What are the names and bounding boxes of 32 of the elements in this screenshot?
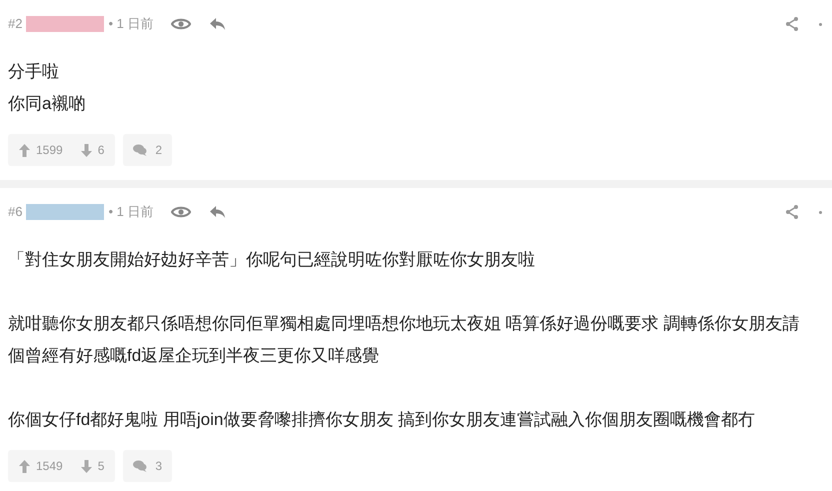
vote-button[interactable]: 1549 5 <box>8 450 116 482</box>
post-number: #2 <box>8 15 22 34</box>
downvote-count: 5 <box>98 458 104 475</box>
up-arrow-icon <box>19 460 30 472</box>
share-icon[interactable] <box>785 204 799 220</box>
reply-icon[interactable] <box>209 205 226 219</box>
post-text: 個曾經有好感嘅fd返屋企玩到半夜三更你又咩感覺 <box>8 345 380 367</box>
up-arrow-icon <box>19 144 30 156</box>
share-icon[interactable] <box>785 16 799 32</box>
eye-icon[interactable] <box>171 205 192 219</box>
comments-button[interactable]: 2 <box>123 134 172 166</box>
post-text: 你同a襯啲 <box>8 93 86 115</box>
comments-button[interactable]: 3 <box>123 450 172 482</box>
comments-icon <box>133 460 148 472</box>
post-time: • 1 日前 <box>108 203 154 222</box>
vote-button[interactable]: 1599 6 <box>8 134 116 166</box>
comments-icon <box>133 144 148 156</box>
reply-icon[interactable] <box>209 17 226 31</box>
post-time: • 1 日前 <box>108 15 154 34</box>
post-text: 「對住女朋友開始好攰好辛苦」你呢句已經說明咗你對厭咗你女朋友啦 <box>8 249 535 271</box>
upvote-count: 1599 <box>36 142 63 159</box>
upvote-count: 1549 <box>36 458 63 475</box>
post-text: 你個女仔fd都好鬼啦 用唔join做要脅嚟排擠你女朋友 搞到你女朋友連嘗試融入你個朋友圈嘅機會都冇 <box>8 409 756 431</box>
down-arrow-icon <box>80 144 92 156</box>
downvote-count: 6 <box>98 142 104 159</box>
post-text: 分手啦 <box>8 61 59 83</box>
post-number: #6 <box>8 203 22 222</box>
more-icon[interactable] <box>819 210 822 214</box>
down-arrow-icon <box>80 460 92 472</box>
more-icon[interactable] <box>819 22 822 26</box>
eye-icon[interactable] <box>171 17 192 31</box>
post-text: 就咁聽你女朋友都只係唔想你同佢單獨相處同埋唔想你地玩太夜姐 唔算係好過份嘅要求 調轉係你女朋友請 <box>8 313 800 335</box>
